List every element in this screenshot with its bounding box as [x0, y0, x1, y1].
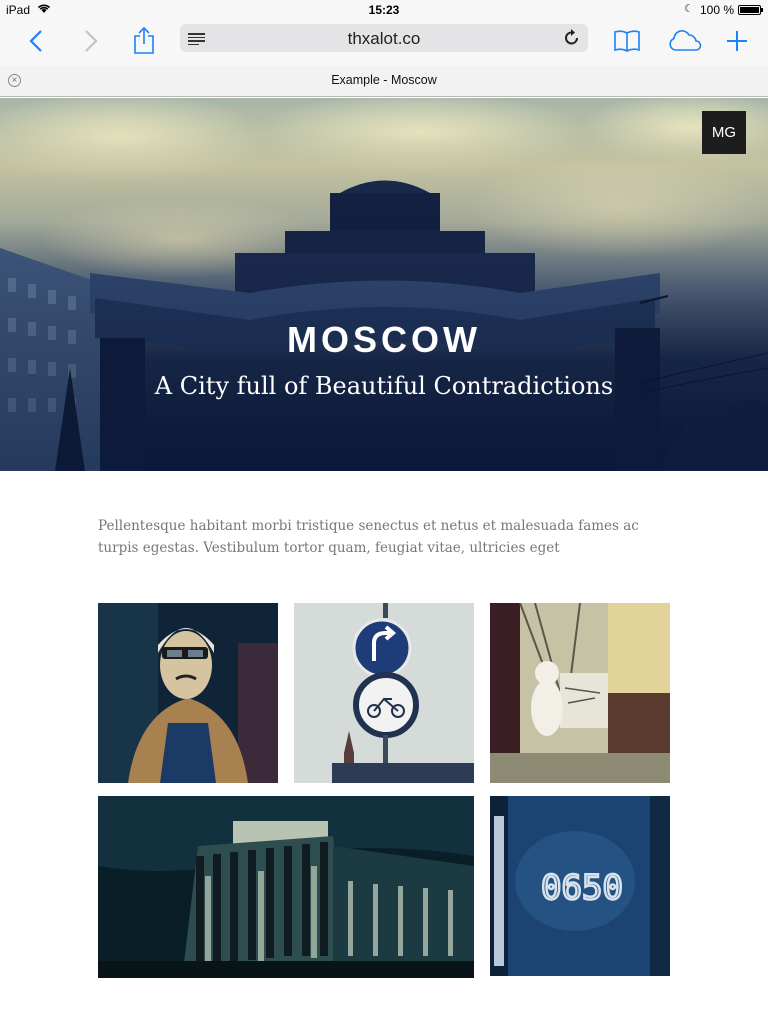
back-icon[interactable] [19, 24, 53, 58]
browser-toolbar: thxalot.co [0, 20, 768, 65]
battery-icon [738, 5, 763, 15]
reload-icon[interactable] [564, 28, 580, 51]
tab-bar: × Example - Moscow [0, 65, 768, 97]
author-badge[interactable]: MG [702, 111, 746, 154]
forward-icon[interactable] [74, 24, 108, 58]
clock: 15:23 [368, 3, 400, 17]
gallery-photo-door-number[interactable]: 0650 [490, 796, 670, 976]
tab-title[interactable]: Example - Moscow [0, 73, 768, 87]
gallery-photo-bear[interactable] [490, 603, 670, 783]
gallery-photo-road-sign[interactable] [294, 603, 474, 783]
do-not-disturb-icon: ☾ [684, 3, 694, 15]
page-title: MOSCOW [287, 319, 481, 360]
icloud-tabs-icon[interactable] [665, 24, 705, 58]
status-bar: iPad 15:23 ☾ 100 % [0, 0, 768, 20]
hero-image [0, 98, 768, 471]
door-number-text: 0650 [541, 868, 623, 908]
new-tab-icon[interactable] [720, 24, 754, 58]
bookmarks-icon[interactable] [610, 24, 644, 58]
hero-banner: MG MOSCOW A City full of Beautiful Contr… [0, 98, 768, 471]
battery-percent: 100 % [700, 3, 735, 17]
page-subtitle: A City full of Beautiful Contradictions [154, 372, 614, 400]
url-text: thxalot.co [347, 29, 421, 48]
gallery-photo-theatre[interactable] [98, 796, 474, 978]
intro-paragraph: Pellentesque habitant morbi tristique se… [98, 518, 639, 556]
address-bar[interactable]: thxalot.co [180, 24, 588, 52]
gallery-photo-mannequin[interactable] [98, 603, 278, 783]
share-icon[interactable] [127, 24, 161, 58]
